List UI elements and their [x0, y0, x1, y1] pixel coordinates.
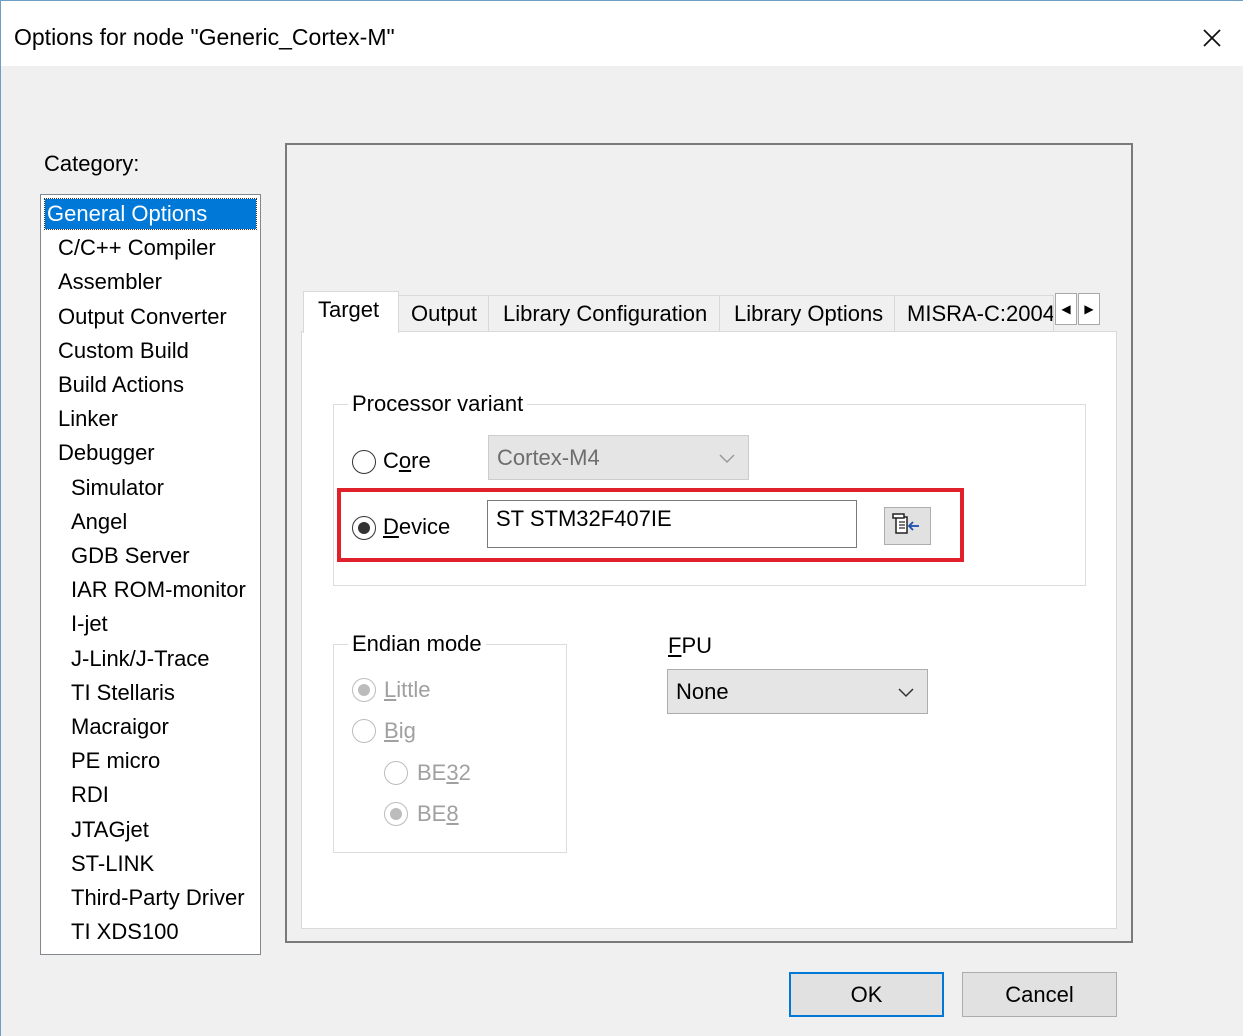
category-item[interactable]: Build Actions — [58, 370, 184, 400]
category-item[interactable]: RDI — [71, 780, 109, 810]
core-radio[interactable] — [352, 450, 376, 474]
category-item[interactable]: General Options — [44, 198, 257, 230]
category-list[interactable]: General Options C/C++ Compiler Assembler Ou… — [40, 194, 261, 955]
core-label: Core — [383, 448, 431, 473]
chevron-down-icon — [898, 688, 914, 698]
chevron-down-icon — [719, 454, 735, 464]
be8-radio — [384, 802, 408, 826]
be8-label: BE8 — [417, 801, 459, 826]
device-input-value: ST STM32F407IE — [496, 506, 672, 531]
big-radio — [352, 719, 376, 743]
title-bar: Options for node "Generic_Cortex-M" — [0, 0, 1243, 66]
category-item[interactable]: Simulator — [71, 473, 164, 503]
tab-misra-c[interactable]: MISRA-C:2004 — [894, 295, 1054, 332]
close-icon[interactable] — [1196, 22, 1228, 54]
window-title: Options for node "Generic_Cortex-M" — [14, 24, 395, 50]
fpu-select-value: None — [676, 679, 729, 704]
device-select-icon — [892, 513, 919, 534]
category-item[interactable]: Assembler — [58, 267, 162, 297]
device-label: Device — [383, 514, 451, 539]
scroll-left-icon[interactable]: ◀ — [1055, 293, 1077, 325]
category-item[interactable]: ST-LINK — [71, 849, 154, 879]
cancel-button[interactable]: Cancel — [962, 972, 1117, 1017]
tab-target[interactable]: Target — [303, 291, 399, 333]
window-border — [0, 0, 1, 1036]
be32-radio — [384, 761, 408, 785]
category-item[interactable]: Third-Party Driver — [71, 883, 245, 913]
tab-strip: Target Output Library Configuration Libr… — [303, 291, 1119, 333]
category-item[interactable]: Custom Build — [58, 336, 189, 366]
category-item[interactable]: Angel — [71, 507, 127, 537]
be32-label: BE32 — [417, 760, 471, 785]
category-item[interactable]: Macraigor — [71, 712, 169, 742]
scroll-right-icon[interactable]: ▶ — [1078, 293, 1100, 325]
device-select-button[interactable] — [884, 507, 931, 545]
category-item[interactable]: JTAGjet — [71, 815, 149, 845]
window-border-top — [0, 0, 1243, 1]
little-radio — [352, 678, 376, 702]
category-item[interactable]: Debugger — [58, 438, 155, 468]
fpu-label: FPU — [668, 633, 713, 658]
tab-library-options[interactable]: Library Options — [719, 295, 895, 332]
device-input[interactable]: ST STM32F407IE — [487, 500, 857, 548]
processor-variant-group: Processor variant — [333, 391, 1086, 586]
category-item[interactable]: TI XDS100 — [71, 917, 179, 947]
category-item[interactable]: PE micro — [71, 746, 160, 776]
category-item[interactable]: Linker — [58, 404, 118, 434]
category-item[interactable]: C/C++ Compiler — [58, 233, 216, 263]
core-select-value: Cortex-M4 — [497, 445, 600, 470]
category-item[interactable]: Output Converter — [58, 302, 227, 332]
tab-output[interactable]: Output — [396, 295, 489, 332]
tab-library-configuration[interactable]: Library Configuration — [488, 295, 720, 332]
category-item[interactable]: I-jet — [71, 609, 108, 639]
little-label: Little — [384, 677, 431, 702]
processor-variant-legend: Processor variant — [348, 391, 528, 417]
big-label: Big — [384, 718, 416, 743]
category-item[interactable]: TI Stellaris — [71, 678, 175, 708]
core-select[interactable]: Cortex-M4 — [488, 435, 749, 480]
device-radio[interactable] — [352, 516, 376, 540]
category-label: Category: — [44, 151, 140, 176]
category-item[interactable]: IAR ROM-monitor — [71, 575, 246, 605]
tab-content-target: Processor variant Core Cortex-M4 Device … — [301, 331, 1117, 929]
fpu-select[interactable]: None — [667, 669, 928, 714]
category-item[interactable]: J-Link/J-Trace — [71, 644, 210, 674]
endian-mode-legend: Endian mode — [348, 631, 486, 657]
category-item[interactable]: GDB Server — [71, 541, 190, 571]
ok-button[interactable]: OK — [789, 972, 944, 1017]
